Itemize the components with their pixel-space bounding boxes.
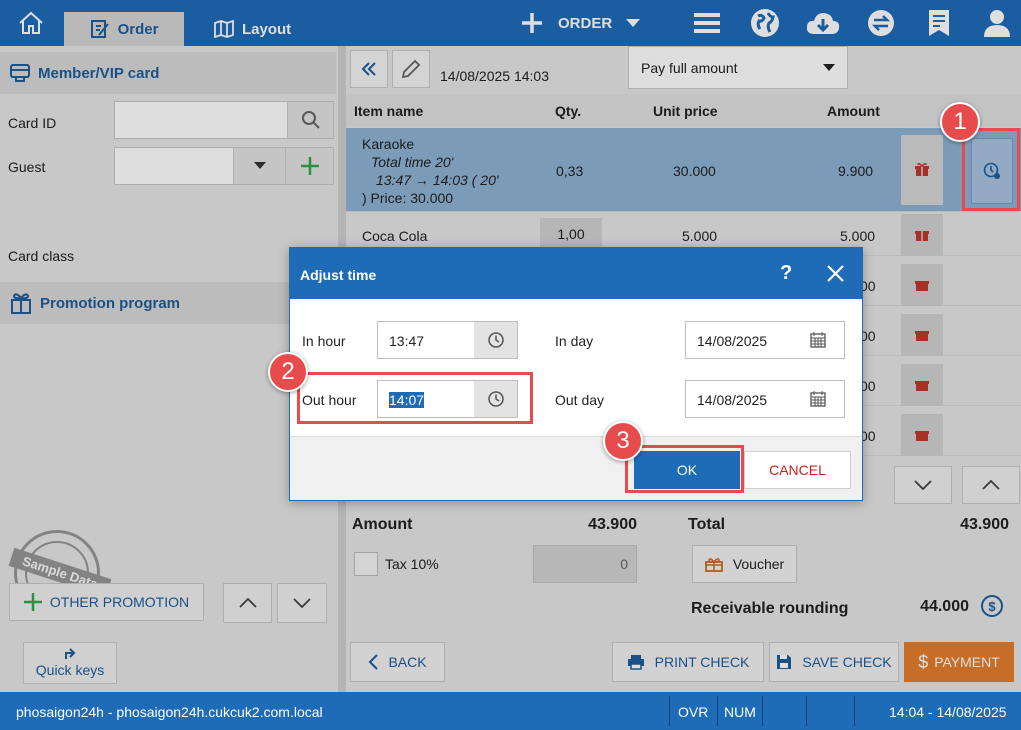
help-button[interactable]: ? xyxy=(780,262,792,285)
ovr-indicator: OVR xyxy=(678,704,709,720)
in-day-label: In day xyxy=(555,333,594,349)
step-badge-1: 1 xyxy=(940,102,980,142)
close-icon[interactable] xyxy=(827,265,844,282)
step-number: 2 xyxy=(281,358,295,385)
dialog-header: Adjust time ? xyxy=(290,248,862,299)
clock-icon xyxy=(487,332,504,348)
host-info: phosaigon24h - phosaigon24h.cukcuk2.com.… xyxy=(16,704,323,720)
out-day-value: 14/08/2025 xyxy=(697,392,768,408)
step-number: 3 xyxy=(616,427,630,454)
step-badge-2: 2 xyxy=(268,352,308,392)
in-hour-value: 13:47 xyxy=(389,333,425,349)
in-hour-picker[interactable] xyxy=(474,322,517,358)
dialog-title: Adjust time xyxy=(300,267,377,283)
out-day-label: Out day xyxy=(555,392,605,408)
dialog-footer: OK CANCEL xyxy=(290,436,862,500)
highlight-adjust-time-button xyxy=(962,128,1020,211)
in-day-value: 14/08/2025 xyxy=(697,333,768,349)
status-bar: phosaigon24h - phosaigon24h.cukcuk2.com.… xyxy=(0,692,1021,730)
step-number: 1 xyxy=(953,108,967,135)
cancel-button[interactable]: CANCEL xyxy=(744,451,851,489)
in-hour-field[interactable]: 13:47 xyxy=(377,321,518,359)
in-day-field[interactable]: 14/08/2025 xyxy=(685,321,845,359)
calendar-icon[interactable] xyxy=(810,332,826,348)
highlight-out-hour-field xyxy=(297,372,533,424)
status-datetime: 14:04 - 14/08/2025 xyxy=(889,704,1007,720)
calendar-icon[interactable] xyxy=(810,391,826,407)
in-hour-label: In hour xyxy=(302,333,346,349)
cancel-label: CANCEL xyxy=(769,462,826,478)
step-badge-3: 3 xyxy=(603,421,643,461)
highlight-ok-button xyxy=(625,445,744,493)
out-day-field[interactable]: 14/08/2025 xyxy=(685,380,845,418)
num-indicator: NUM xyxy=(724,704,756,720)
